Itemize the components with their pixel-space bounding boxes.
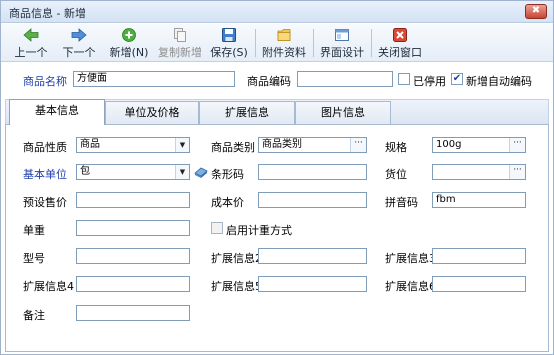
ellipsis-icon[interactable]: ··· [509, 165, 525, 179]
nature-value: 商品 [80, 139, 100, 150]
prev-button[interactable]: 上一个 [11, 26, 51, 60]
ext3-field[interactable] [432, 248, 526, 264]
nature-label: 商品性质 [23, 141, 67, 154]
disabled-label: 已停用 [413, 75, 446, 88]
tab-image-info[interactable]: 图片信息 [295, 101, 391, 124]
disabled-checkbox[interactable] [398, 73, 410, 85]
toolbar-separator [371, 29, 372, 57]
base-unit-select[interactable]: 包 ▼ [76, 164, 190, 180]
auto-code-label: 新增自动编码 [466, 75, 532, 88]
remark-label: 备注 [23, 309, 45, 322]
attachments-button[interactable]: 附件资料 [261, 26, 307, 60]
barcode-label: 条形码 [211, 168, 244, 181]
pinyin-field[interactable]: fbm [432, 192, 526, 208]
copy-icon [174, 28, 186, 42]
ext2-field[interactable] [258, 248, 367, 264]
close-window-icon[interactable]: ✖ [525, 4, 547, 19]
barcode-field[interactable] [258, 164, 367, 180]
cost-label: 成本价 [211, 196, 244, 209]
product-window: 商品信息 - 新增 ✖ 上一个 下一个 新增(N) 复制新增 保存(S) 附件资… [0, 0, 554, 355]
model-label: 型号 [23, 252, 45, 265]
auto-code-checkbox[interactable]: ✔ [451, 73, 463, 85]
product-name-field[interactable]: 方便面 [73, 71, 235, 87]
prev-label: 上一个 [14, 46, 48, 59]
ext5-field[interactable] [258, 276, 367, 292]
tab-extended-info[interactable]: 扩展信息 [199, 101, 295, 124]
attachments-label: 附件资料 [262, 46, 306, 59]
ext5-label: 扩展信息5 [211, 280, 262, 293]
model-field[interactable] [76, 248, 190, 264]
save-icon [222, 28, 236, 42]
next-button[interactable]: 下一个 [59, 26, 99, 60]
spec-label: 规格 [385, 141, 407, 154]
category-field[interactable]: 商品类别 ··· [258, 137, 367, 153]
window-title: 商品信息 - 新增 [9, 7, 86, 20]
category-label: 商品类别 [211, 141, 255, 154]
attachment-icon [277, 29, 291, 41]
pinyin-label: 拼音码 [385, 196, 418, 209]
add-label: 新增(N) [109, 46, 149, 59]
toolbar: 上一个 下一个 新增(N) 复制新增 保存(S) 附件资料 界面设计 关闭窗口 [1, 24, 553, 62]
arrow-right-icon [71, 28, 87, 42]
base-unit-value: 包 [80, 166, 90, 177]
spec-value: 100g [436, 139, 462, 150]
next-label: 下一个 [62, 46, 96, 59]
tab-basic-info[interactable]: 基本信息 [9, 99, 105, 125]
nature-select[interactable]: 商品 ▼ [76, 137, 190, 153]
remark-field[interactable] [76, 305, 190, 321]
save-label: 保存(S) [210, 46, 248, 59]
copy-add-button[interactable]: 复制新增 [157, 26, 203, 60]
barcode-icon[interactable] [194, 165, 208, 179]
copy-add-label: 复制新增 [158, 46, 202, 59]
enable-weight-label: 启用计重方式 [226, 224, 292, 237]
preset-price-label: 预设售价 [23, 196, 67, 209]
chevron-down-icon[interactable]: ▼ [175, 138, 189, 152]
chevron-down-icon[interactable]: ▼ [175, 165, 189, 179]
tab-unit-price[interactable]: 单位及价格 [105, 101, 199, 124]
product-name-label: 商品名称 [23, 75, 67, 88]
title-bar: 商品信息 - 新增 ✖ [1, 1, 553, 23]
product-code-field[interactable] [297, 71, 393, 87]
base-unit-label: 基本单位 [23, 168, 67, 181]
close-button[interactable]: 关闭窗口 [377, 26, 423, 60]
product-code-label: 商品编码 [247, 75, 291, 88]
location-label: 货位 [385, 168, 407, 181]
ellipsis-icon[interactable]: ··· [350, 138, 366, 152]
ext4-field[interactable] [76, 276, 190, 292]
layout-icon [335, 29, 349, 41]
spec-field[interactable]: 100g ··· [432, 137, 526, 153]
arrow-left-icon [23, 28, 39, 42]
preset-price-field[interactable] [76, 192, 190, 208]
close-label: 关闭窗口 [378, 46, 422, 59]
ext6-label: 扩展信息6 [385, 280, 436, 293]
ui-design-button[interactable]: 界面设计 [319, 26, 365, 60]
toolbar-separator [313, 29, 314, 57]
location-field[interactable]: ··· [432, 164, 526, 180]
ext3-label: 扩展信息3 [385, 252, 436, 265]
ellipsis-icon[interactable]: ··· [509, 138, 525, 152]
add-button[interactable]: 新增(N) [109, 26, 149, 60]
weight-label: 单重 [23, 224, 45, 237]
weight-field[interactable] [76, 220, 190, 236]
save-button[interactable]: 保存(S) [209, 26, 249, 60]
ui-design-label: 界面设计 [320, 46, 364, 59]
ext2-label: 扩展信息2 [211, 252, 262, 265]
close-icon [393, 28, 407, 42]
category-value: 商品类别 [262, 139, 302, 150]
add-icon [122, 28, 136, 42]
ext6-field[interactable] [432, 276, 526, 292]
toolbar-separator [255, 29, 256, 57]
cost-field[interactable] [258, 192, 367, 208]
enable-weight-checkbox[interactable] [211, 222, 223, 234]
ext4-label: 扩展信息4 [23, 280, 74, 293]
